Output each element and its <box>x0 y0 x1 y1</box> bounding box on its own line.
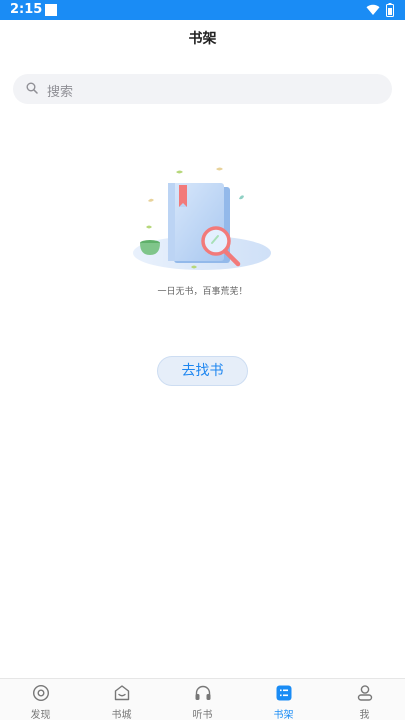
tab-label-me: 我 <box>359 710 370 720</box>
tab-discover[interactable]: 发现 <box>0 679 81 720</box>
tab-audiobooks[interactable]: 听书 <box>162 679 243 720</box>
tab-label-discover: 发现 <box>30 710 51 720</box>
find-book-button[interactable]: 去找书 <box>157 356 248 386</box>
tab-label-bookshelf: 书架 <box>273 710 294 720</box>
tab-bookstore[interactable]: 书城 <box>81 679 162 720</box>
search-icon <box>26 82 38 94</box>
tab-bookshelf[interactable]: 书架 <box>243 679 324 720</box>
status-bar: 2:15 <box>0 0 405 20</box>
tab-label-audiobooks: 听书 <box>192 710 213 720</box>
bottom-tab-bar: 发现 书城 听书 书架 我 <box>0 678 405 720</box>
battery-icon <box>386 3 394 17</box>
empty-bookshelf-illustration <box>133 167 271 270</box>
compass-icon <box>32 684 50 702</box>
status-time: 2:15 <box>10 2 43 17</box>
page-title: 书架 <box>188 31 217 47</box>
title-bar: 书架 <box>0 20 405 58</box>
search-input[interactable]: 搜索 <box>13 74 392 104</box>
user-icon <box>357 685 373 701</box>
search-placeholder: 搜索 <box>47 85 74 100</box>
headphones-icon <box>195 685 211 700</box>
wifi-icon <box>366 4 380 16</box>
tab-me[interactable]: 我 <box>324 679 405 720</box>
bookshelf-icon <box>276 685 292 701</box>
notification-icon <box>45 4 57 16</box>
empty-state-message: 一日无书，百事荒芜！ <box>157 287 248 297</box>
bookstore-icon <box>114 685 130 701</box>
tab-label-bookstore: 书城 <box>111 710 132 720</box>
